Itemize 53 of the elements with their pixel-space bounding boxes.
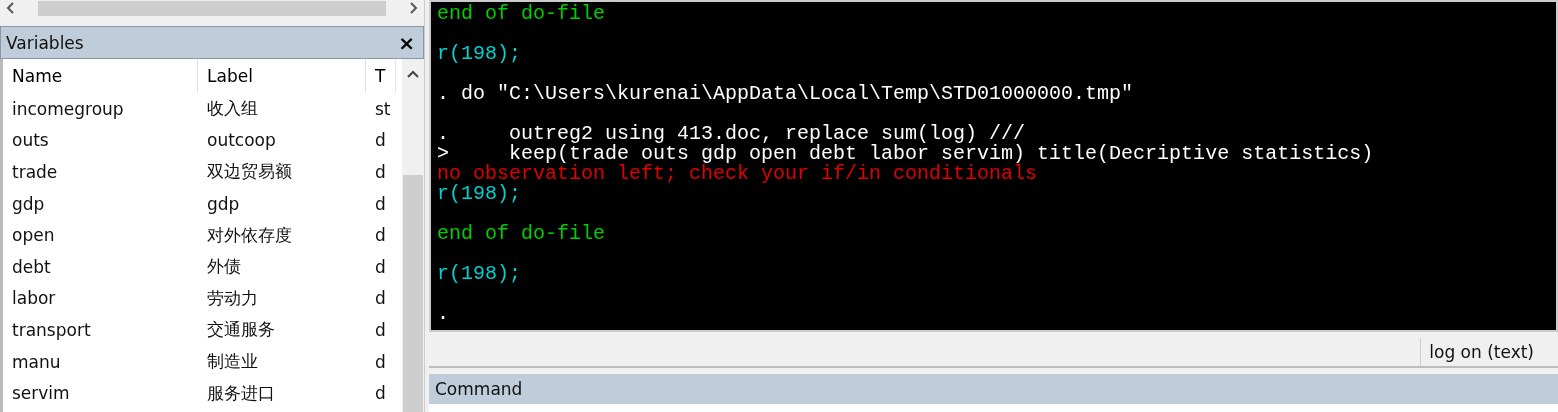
console-line: r(198); <box>437 44 522 64</box>
variable-name: trade <box>11 162 59 182</box>
variable-name: gdp <box>11 193 46 214</box>
console-line: r(198); <box>437 184 522 204</box>
variable-label: gdp <box>206 193 241 214</box>
console-line: end of do-file <box>437 224 607 244</box>
variable-label: 交通服务 <box>206 318 276 342</box>
command-panel-title: Command <box>429 374 1558 404</box>
variable-label: 双边贸易额 <box>206 160 293 184</box>
close-button[interactable]: × <box>398 30 415 55</box>
scroll-right-icon[interactable] <box>408 2 418 14</box>
variable-name: open <box>11 225 56 246</box>
variable-type: d <box>374 225 387 246</box>
variable-type: d <box>374 383 387 404</box>
scrollbar-thumb[interactable] <box>403 175 423 412</box>
variable-type: d <box>374 130 387 151</box>
scrollbar-thumb[interactable] <box>38 0 386 16</box>
column-header[interactable]: Label <box>198 59 366 93</box>
variable-label: outcoop <box>206 130 277 151</box>
variable-name: transport <box>11 319 92 340</box>
scroll-left-icon[interactable] <box>6 2 16 14</box>
variable-name: manu <box>11 351 62 372</box>
variable-name: servim <box>11 383 71 404</box>
variable-type: d <box>374 288 387 309</box>
variable-type: d <box>374 319 387 340</box>
variable-label: 外债 <box>206 255 242 279</box>
log-status: log on (text) <box>1420 338 1558 366</box>
console-line: . outreg2 using 413.doc, replace sum(log) /// <box>437 124 1027 144</box>
variable-label: 制造业 <box>206 350 259 374</box>
console-line: r(198); <box>437 264 522 284</box>
panel-title: Variables <box>6 32 84 53</box>
variable-name: incomegroup <box>11 98 125 119</box>
variable-type: st <box>374 98 392 119</box>
console-line: . do "C:\Users\kurenai\AppData\Local\Temp\STD01000000.tmp" <box>437 84 1135 104</box>
variable-label: 劳动力 <box>206 286 259 310</box>
variable-name: labor <box>11 288 57 309</box>
variable-type: d <box>374 193 387 214</box>
scroll-up-icon[interactable] <box>407 69 419 79</box>
console-line: . <box>437 304 450 324</box>
variable-name: outs <box>11 130 50 151</box>
console-line: end of do-file <box>437 4 607 24</box>
variable-label: 收入组 <box>206 97 259 121</box>
variable-type: d <box>374 256 387 277</box>
column-header[interactable]: T <box>366 59 396 93</box>
variable-label: 对外依存度 <box>206 223 293 247</box>
console-line: no observation left; check your if/in conditionals <box>437 164 1039 184</box>
variable-label: 服务进口 <box>206 381 276 405</box>
variable-type: d <box>374 351 387 372</box>
command-input[interactable] <box>429 404 1558 412</box>
column-header[interactable]: Name <box>3 59 198 93</box>
variable-type: d <box>374 162 387 182</box>
console-line: > keep(trade outs gdp open debt labor servim) title(Decriptive statistics) <box>437 144 1375 164</box>
variable-name: debt <box>11 256 52 277</box>
